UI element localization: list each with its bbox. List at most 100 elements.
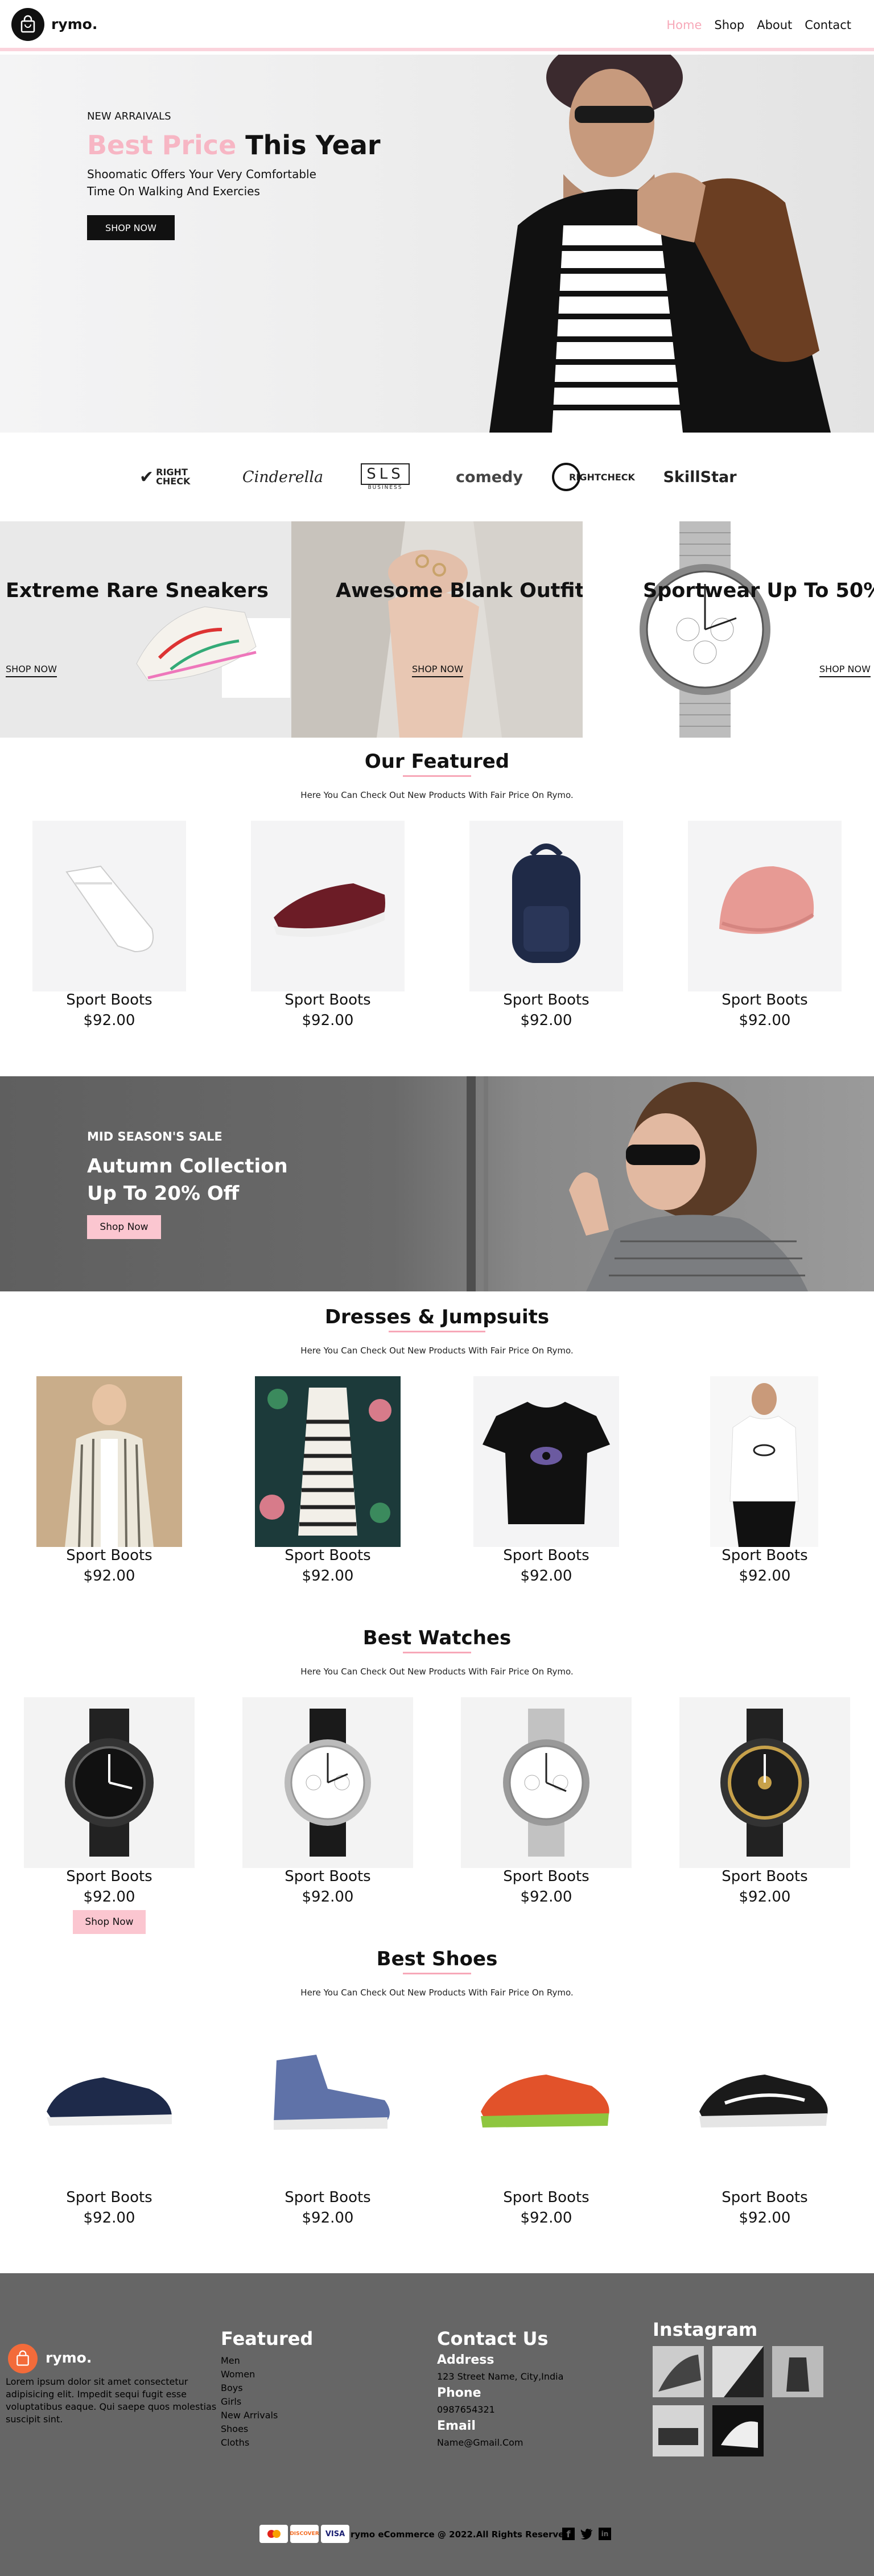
instagram-photo-5[interactable] — [712, 2405, 764, 2456]
instagram-photo-3[interactable] — [772, 2346, 823, 2397]
shoes-name-4: Sport Boots — [722, 2189, 808, 2206]
nav-about[interactable]: About — [757, 18, 792, 32]
nav-contact[interactable]: Contact — [805, 18, 851, 32]
dresses-image-3[interactable] — [473, 1376, 619, 1547]
site-header: rymo. Home Shop About Contact — [0, 0, 874, 51]
dresses-title: Dresses & Jumpsuits — [324, 1306, 550, 1328]
featured-image-2[interactable] — [251, 821, 405, 991]
facebook-icon[interactable]: f — [562, 2528, 575, 2540]
hero-title: Best Price This Year — [87, 130, 381, 161]
shoes-price-3: $92.00 — [520, 2209, 572, 2227]
watches-name-3: Sport Boots — [503, 1868, 589, 1885]
nav-shop[interactable]: Shop — [714, 18, 744, 32]
promo-card-outfit[interactable]: Awesome Blank Outfit SHOP NOW — [291, 521, 583, 738]
watches-shop-now-button[interactable]: Shop Now — [73, 1910, 146, 1934]
featured-image-3[interactable] — [469, 821, 623, 991]
footer-link-boys[interactable]: Boys — [221, 2381, 278, 2395]
brand-logo-skillstar: SkillStar — [663, 468, 737, 486]
black-watch-icon — [65, 1709, 154, 1857]
footer-phone[interactable]: 0987654321 — [437, 2404, 495, 2415]
footer-logo-text[interactable]: rymo. — [46, 2349, 92, 2366]
linkedin-icon[interactable]: in — [599, 2528, 611, 2540]
bag-logo-icon[interactable] — [11, 8, 44, 41]
watches-image-3[interactable] — [461, 1697, 632, 1868]
shoes-subtitle: Here You Can Check Out New Products With… — [300, 1987, 574, 1998]
twitter-icon[interactable] — [580, 2528, 593, 2540]
featured-underline — [403, 775, 471, 777]
footer-featured-title: Featured — [221, 2328, 314, 2349]
dresses-price-3: $92.00 — [520, 1567, 572, 1585]
promo-link-sportwear[interactable]: SHOP NOW — [819, 664, 871, 677]
footer-email[interactable]: Name@Gmail.Com — [437, 2437, 523, 2448]
featured-price-2: $92.00 — [302, 1012, 354, 1029]
hero-subtitle-line1: Shoomatic Offers Your Very Comfortable — [87, 167, 316, 181]
promo-card-sportwear[interactable]: Sportwear Up To 50% Off SHOP NOW — [583, 521, 874, 738]
dresses-name-1: Sport Boots — [66, 1547, 152, 1564]
featured-name-1: Sport Boots — [66, 991, 152, 1009]
payment-methods: DISCOVER VISA — [259, 2525, 349, 2543]
orange-runner-icon[interactable] — [472, 2049, 620, 2140]
dresses-image-1[interactable] — [36, 1376, 182, 1547]
instagram-photo-4[interactable] — [653, 2405, 704, 2456]
footer-link-shoes[interactable]: Shoes — [221, 2422, 278, 2436]
brand-logos: ✔ RIGHT CHECK Cinderella SLS BUSINESS co… — [0, 433, 874, 521]
black-runner-icon[interactable] — [691, 2049, 839, 2140]
watches-image-1[interactable] — [24, 1697, 195, 1868]
hero-eyebrow: NEW ARRAIVALS — [87, 110, 171, 122]
footer-about: Lorem ipsum dolor sit amet consectetur a… — [6, 2376, 217, 2425]
watches-underline — [403, 1652, 471, 1653]
shoes-name-3: Sport Boots — [503, 2189, 589, 2206]
shoes-underline — [403, 1973, 471, 1974]
burgundy-sneaker-icon — [274, 883, 385, 937]
hero-subtitle-line2: Time On Walking And Exercies — [87, 184, 260, 198]
footer-contact-title: Contact Us — [437, 2328, 549, 2349]
page: rymo. Home Shop About Contact NEW ARRAIV… — [0, 0, 874, 2576]
promo-card-sneakers[interactable]: Extreme Rare Sneakers SHOP NOW — [0, 521, 291, 738]
hero-banner: NEW ARRAIVALS Best Price This Year Shoom… — [0, 55, 874, 433]
footer-link-girls[interactable]: Girls — [221, 2395, 278, 2409]
featured-name-2: Sport Boots — [285, 991, 371, 1009]
striped-blazer-icon — [65, 1384, 154, 1547]
steel-watch-icon — [503, 1709, 589, 1857]
dresses-image-2[interactable] — [255, 1376, 401, 1547]
sale-shop-now-button[interactable]: Shop Now — [87, 1215, 161, 1239]
watches-subtitle: Here You Can Check Out New Products With… — [300, 1666, 574, 1677]
hero-title-accent: Best Price — [87, 130, 237, 161]
dresses-image-4[interactable] — [710, 1376, 818, 1547]
watches-image-4[interactable] — [679, 1697, 850, 1868]
footer-link-cloths[interactable]: Cloths — [221, 2436, 278, 2450]
blue-hightop-icon[interactable] — [254, 2043, 402, 2140]
footer-bag-logo-icon[interactable] — [8, 2344, 38, 2373]
sale-model-image — [467, 1076, 808, 1291]
watches-image-2[interactable] — [242, 1697, 413, 1868]
promo-title-sneakers: Extreme Rare Sneakers — [6, 579, 269, 602]
featured-image-1[interactable] — [32, 821, 186, 991]
white-sneaker-icon — [65, 865, 154, 953]
watch-image — [640, 521, 770, 738]
featured-image-4[interactable] — [688, 821, 842, 991]
footer-link-new-arrivals[interactable]: New Arrivals — [221, 2409, 278, 2422]
promo-link-outfit[interactable]: SHOP NOW — [412, 664, 463, 677]
footer-phone-label: Phone — [437, 2386, 481, 2400]
footer-link-men[interactable]: Men — [221, 2354, 278, 2368]
footer-link-women[interactable]: Women — [221, 2368, 278, 2381]
navy-runner-icon[interactable] — [35, 2049, 183, 2140]
instagram-photo-1[interactable] — [653, 2346, 704, 2397]
hero-shop-now-button[interactable]: SHOP NOW — [87, 215, 175, 240]
social-links: f in — [562, 2528, 611, 2540]
mastercard-icon — [259, 2525, 288, 2543]
shoes-name-2: Sport Boots — [285, 2189, 371, 2206]
logo-text[interactable]: rymo. — [51, 16, 97, 32]
instagram-photo-2[interactable] — [712, 2346, 764, 2397]
featured-name-3: Sport Boots — [503, 991, 589, 1009]
leather-watch-icon — [285, 1709, 371, 1857]
dresses-name-4: Sport Boots — [722, 1547, 808, 1564]
watches-price-1: $92.00 — [83, 1888, 135, 1906]
brand-logo-rightcheck: ✔ RIGHT CHECK — [139, 467, 191, 487]
dresses-price-1: $92.00 — [83, 1567, 135, 1585]
floral-dress-icon — [259, 1388, 391, 1536]
promo-link-sneakers[interactable]: SHOP NOW — [6, 664, 57, 677]
featured-price-1: $92.00 — [83, 1012, 135, 1029]
shoes-title: Best Shoes — [376, 1948, 498, 1970]
nav-home[interactable]: Home — [666, 18, 702, 32]
